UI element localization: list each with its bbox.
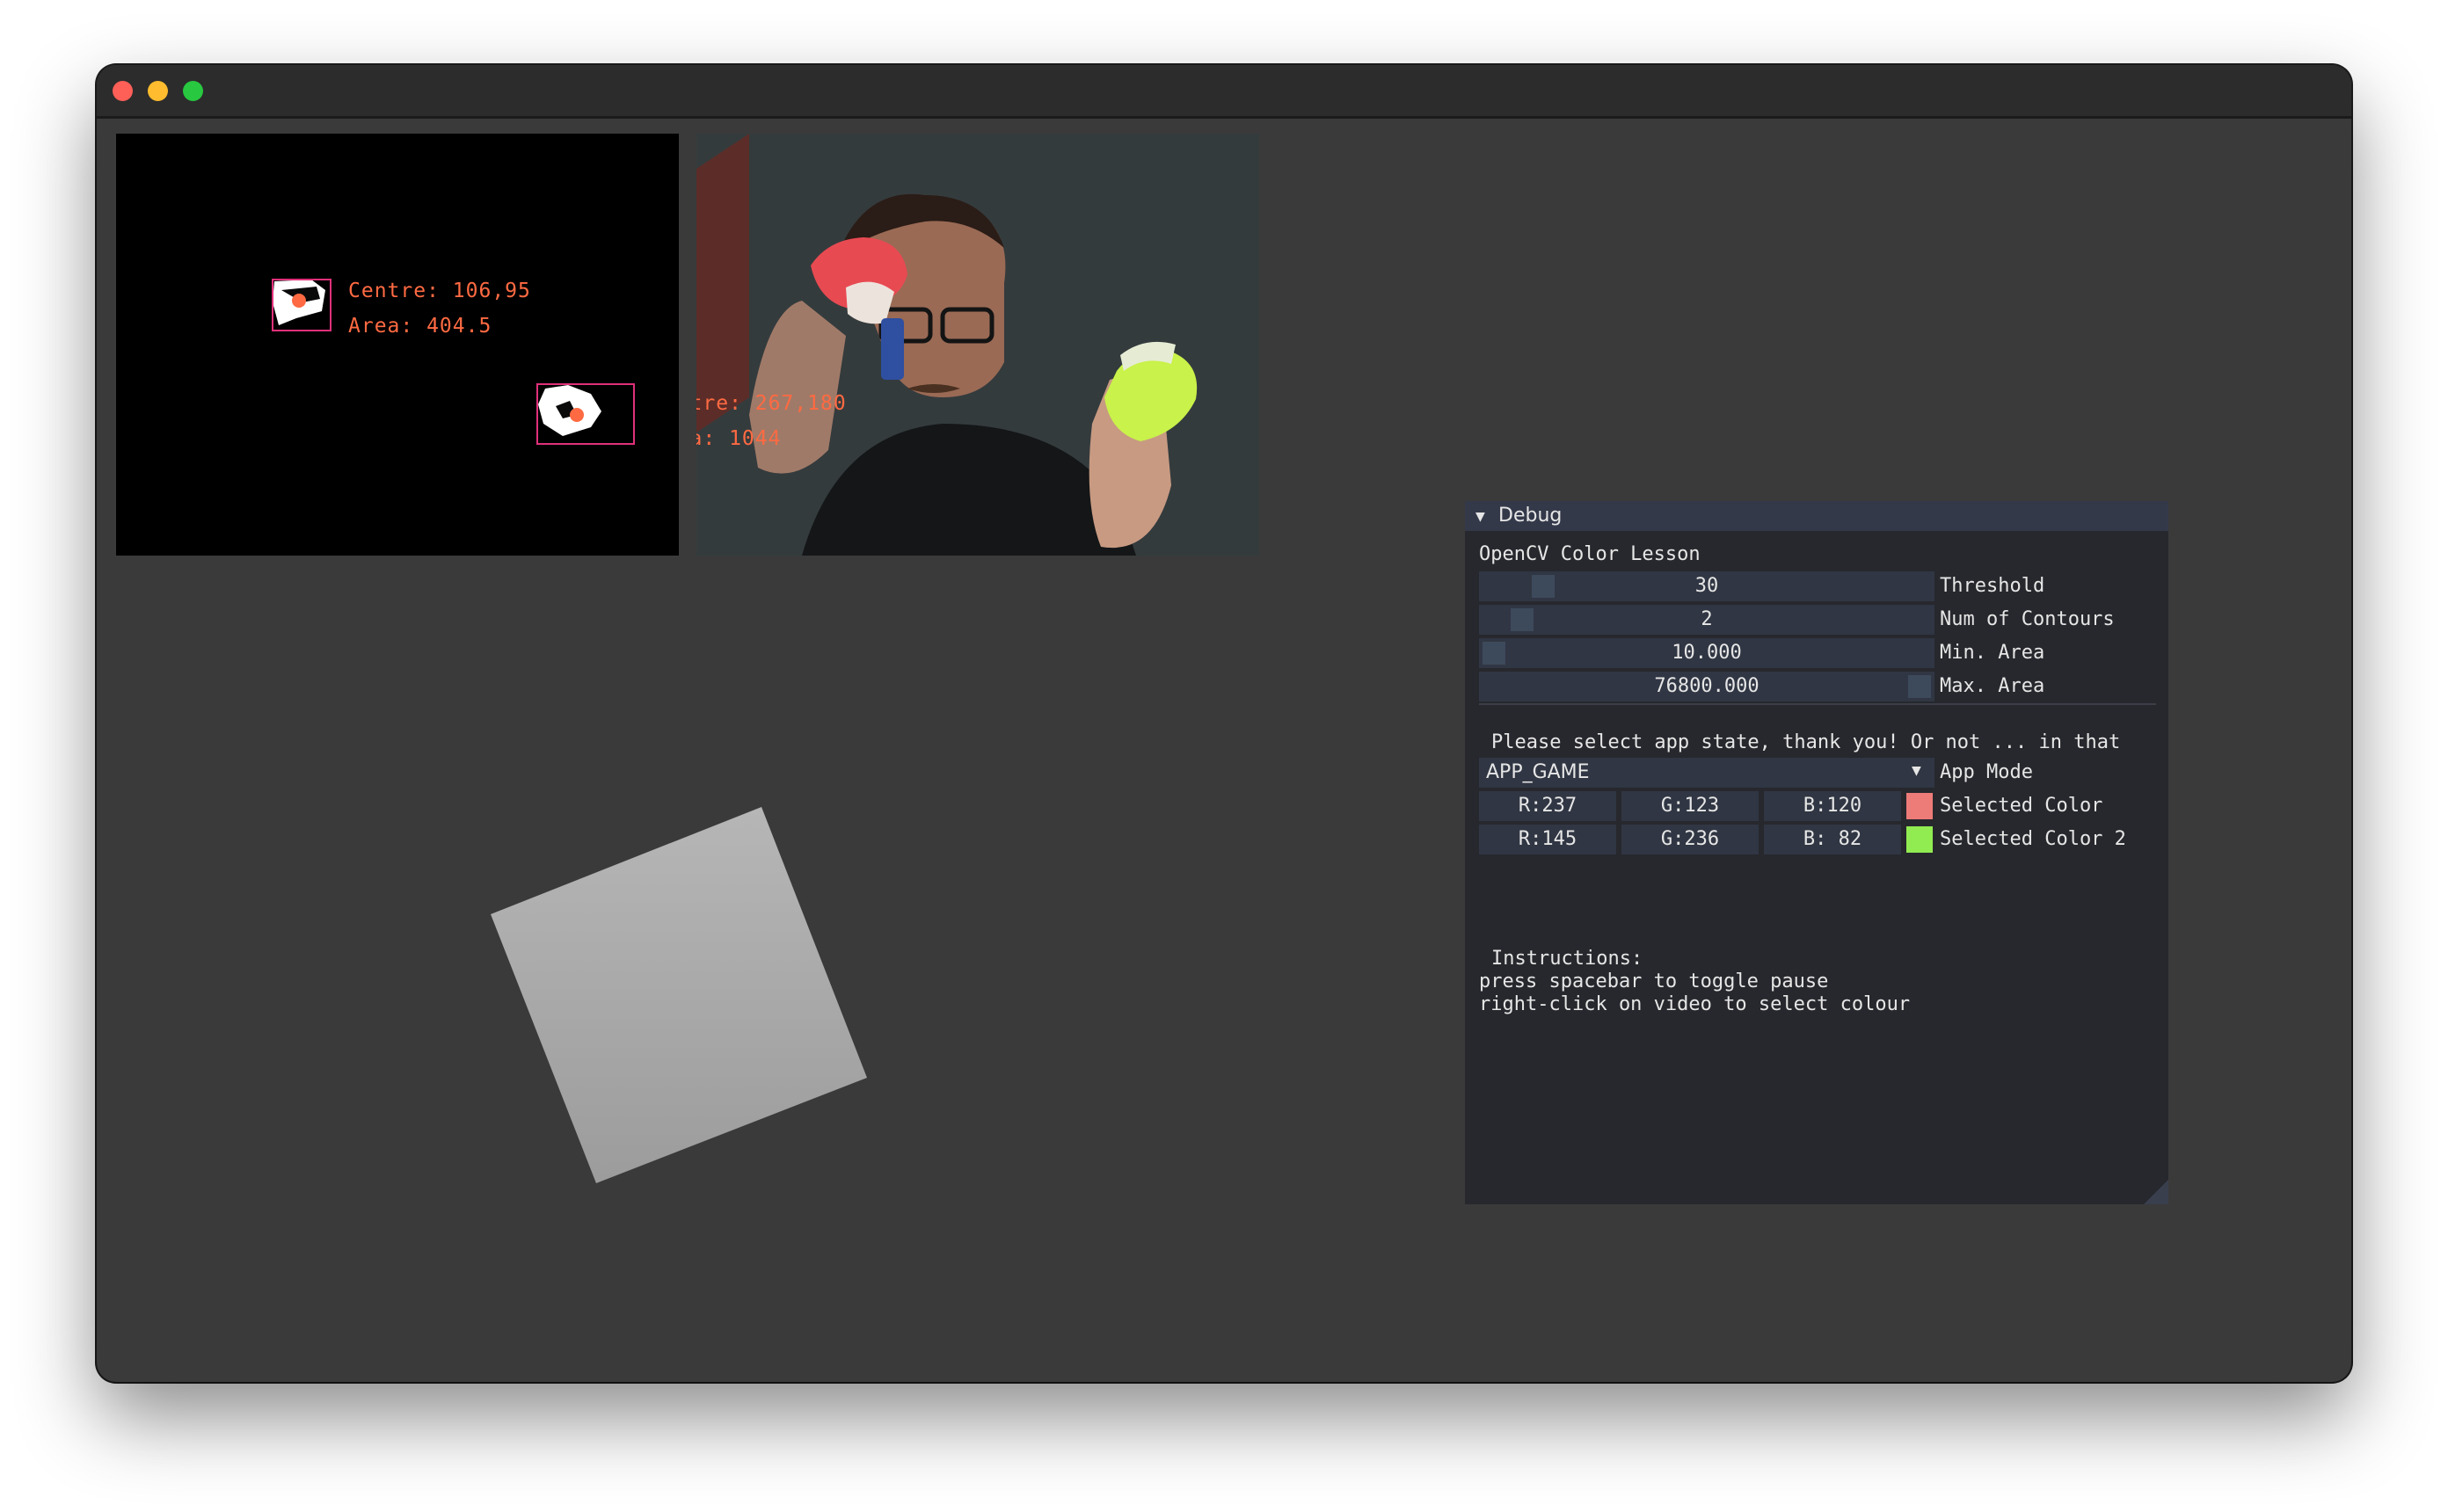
color1-b-field[interactable]: B:120	[1764, 791, 1901, 821]
app-window: Centre: 106,95 Area: 404.5 Centre: 267,1…	[97, 65, 2351, 1382]
instruction-line: right-click on video to select colour	[1479, 993, 1911, 1015]
app-mode-combo[interactable]: APP_GAME ▼	[1479, 758, 1934, 788]
color2-r-value: R:145	[1518, 828, 1577, 850]
color1-swatch[interactable]	[1906, 793, 1933, 819]
threshold-slider[interactable]: 30	[1479, 571, 1934, 601]
max-area-slider[interactable]: 76800.000	[1479, 672, 1934, 701]
section-title: OpenCV Color Lesson	[1479, 543, 1701, 565]
num-contours-value: 2	[1701, 608, 1713, 630]
color1-r-value: R:237	[1518, 795, 1577, 817]
min-area-value: 10.000	[1672, 642, 1742, 664]
color2-g-field[interactable]: G:236	[1621, 825, 1759, 854]
max-area-value: 76800.000	[1654, 675, 1760, 697]
app-mode-value: APP_GAME	[1486, 761, 1590, 783]
color2-g-value: G:236	[1660, 828, 1720, 850]
instruction-line: press spacebar to toggle pause	[1479, 970, 1829, 992]
color1-g-value: G:123	[1660, 795, 1720, 817]
debug-panel-header[interactable]: ▼ Debug	[1465, 501, 2168, 531]
chevron-down-icon: ▼	[1912, 761, 1921, 780]
num-contours-label: Num of Contours	[1940, 608, 2115, 630]
app-mode-dropdown-button[interactable]: ▼	[1905, 758, 1934, 788]
min-area-label: Min. Area	[1940, 642, 2045, 664]
color1-label: Selected Color	[1940, 795, 2103, 817]
color1-b-value: B:120	[1803, 795, 1862, 817]
app-mode-label: App Mode	[1940, 761, 2033, 783]
max-area-label: Max. Area	[1940, 675, 2045, 697]
separator	[1479, 703, 2156, 705]
collapse-triangle-icon[interactable]: ▼	[1475, 507, 1485, 526]
threshold-label: Threshold	[1940, 575, 2045, 597]
game-square	[491, 807, 867, 1183]
color2-b-field[interactable]: B: 82	[1764, 825, 1901, 854]
color1-g-field[interactable]: G:123	[1621, 791, 1759, 821]
instructions-heading: Instructions:	[1491, 948, 1643, 970]
color2-swatch[interactable]	[1906, 826, 1933, 853]
color2-r-field[interactable]: R:145	[1479, 825, 1616, 854]
color1-r-field[interactable]: R:237	[1479, 791, 1616, 821]
debug-panel: ▼ Debug OpenCV Color Lesson 30 Threshold…	[1465, 501, 2168, 1204]
min-area-slider[interactable]: 10.000	[1479, 638, 1934, 668]
color2-b-value: B: 82	[1803, 828, 1862, 850]
resize-grip[interactable]	[2144, 1180, 2168, 1204]
app-state-prompt: Please select app state, thank you! Or n…	[1491, 731, 2121, 753]
color2-label: Selected Color 2	[1940, 828, 2126, 850]
debug-panel-title: Debug	[1498, 505, 1563, 527]
rotating-square-shape	[491, 807, 867, 1183]
num-contours-slider[interactable]: 2	[1479, 605, 1934, 635]
threshold-value: 30	[1694, 575, 1719, 597]
